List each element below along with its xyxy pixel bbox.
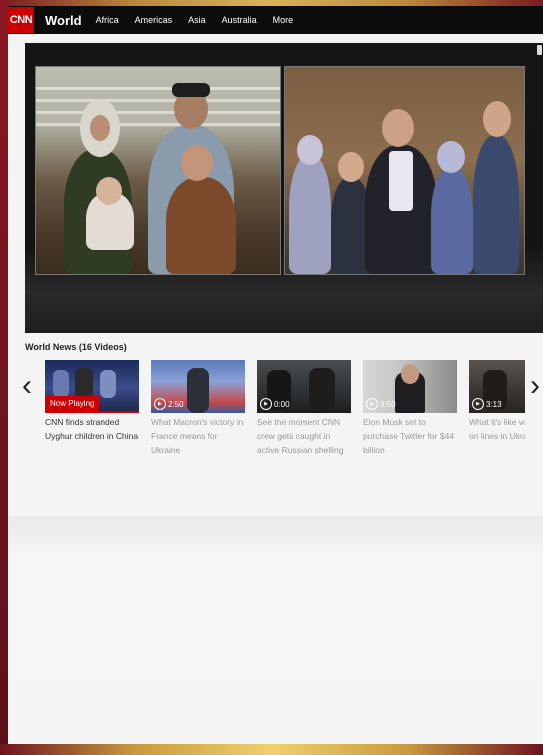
video-thumbnail-4[interactable]: ▶ 3:50 <box>363 360 457 413</box>
figure-girl-face <box>181 145 213 181</box>
thumb4-face <box>401 364 419 384</box>
chevron-right-icon[interactable]: › <box>530 371 540 401</box>
cnn-logo[interactable]: CNN <box>8 7 34 33</box>
duration-text-5: 3:13 <box>486 399 502 409</box>
figure-child-2-face <box>338 152 364 182</box>
duration-text-3: 0:00 <box>274 399 290 409</box>
video-card-1[interactable]: Now Playing CNN finds stranded Uyghur ch… <box>45 360 139 443</box>
play-icon: ▶ <box>366 398 378 410</box>
thumb2-figure <box>187 368 209 413</box>
video-caption-4[interactable]: Elon Musk set to purchase Twitter for $4… <box>363 415 457 457</box>
video-caption-1[interactable]: CNN finds stranded Uyghur children in Ch… <box>45 415 139 443</box>
video-caption-3[interactable]: See the moment CNN crew gets caught in a… <box>257 415 351 457</box>
thumb1-figure-b <box>75 368 93 398</box>
figure-man-face <box>382 109 414 147</box>
frame-left-border <box>0 0 8 755</box>
figure-man-shirt <box>389 151 413 211</box>
play-icon: ▶ <box>154 398 166 410</box>
duration-badge-2: ▶ 2:50 <box>154 398 184 410</box>
video-frame-family-photo <box>35 66 281 275</box>
figure-father-cap <box>172 83 210 97</box>
figure-mother-face <box>90 115 110 141</box>
video-card-3[interactable]: ▶ 0:00 See the moment CNN crew gets caug… <box>257 360 351 457</box>
duration-badge-5: ▶ 3:13 <box>472 398 502 410</box>
video-thumbnail-1[interactable]: Now Playing <box>45 360 139 413</box>
frame-bottom-border <box>0 744 543 755</box>
figure-child-4 <box>473 135 519 274</box>
video-thumbnail-5[interactable]: ▶ 3:13 <box>469 360 525 413</box>
video-card-2[interactable]: ▶ 2:50 What Macron's victory in France m… <box>151 360 245 457</box>
nav-link-more[interactable]: More <box>273 15 294 25</box>
video-caption-2[interactable]: What Macron's victory in France means fo… <box>151 415 245 457</box>
video-caption-5[interactable]: What it's like volunteer on lines in Ukr… <box>469 415 525 443</box>
figure-child-1 <box>289 155 331 274</box>
playlist-title: World News (16 Videos) <box>25 342 127 352</box>
nav-link-africa[interactable]: Africa <box>96 15 119 25</box>
duration-badge-3: ▶ 0:00 <box>260 398 290 410</box>
duration-badge-4: ▶ 3:50 <box>366 398 396 410</box>
play-icon: ▶ <box>472 398 484 410</box>
nav-link-americas[interactable]: Americas <box>135 15 173 25</box>
balcony-railings <box>36 87 280 127</box>
video-player[interactable] <box>25 43 543 333</box>
thumb3-figure-b <box>309 368 335 410</box>
now-playing-badge: Now Playing <box>45 396 100 411</box>
video-thumbnail-2[interactable]: ▶ 2:50 <box>151 360 245 413</box>
chevron-left-icon[interactable]: ‹ <box>22 371 32 401</box>
video-thumbnail-3[interactable]: ▶ 0:00 <box>257 360 351 413</box>
page-lower-blank-area <box>8 516 543 744</box>
thumb1-figure-c <box>100 370 116 398</box>
figure-child-3 <box>431 167 473 274</box>
figure-baby-face <box>96 177 122 205</box>
duration-text-4: 3:50 <box>380 399 396 409</box>
top-nav: CNN World Africa Americas Asia Australia… <box>8 6 543 34</box>
duration-text-2: 2:50 <box>168 399 184 409</box>
video-frame-group-photo <box>284 66 525 275</box>
play-icon: ▶ <box>260 398 272 410</box>
thumb1-figure-a <box>53 370 69 398</box>
figure-child-4-face <box>483 101 511 137</box>
video-card-4[interactable]: ▶ 3:50 Elon Musk set to purchase Twitter… <box>363 360 457 457</box>
nav-link-australia[interactable]: Australia <box>222 15 257 25</box>
figure-child-1-hat <box>297 135 323 165</box>
nav-link-asia[interactable]: Asia <box>188 15 206 25</box>
figure-girl <box>166 177 236 274</box>
figure-child-3-hat <box>437 141 465 173</box>
player-scroll-handle[interactable] <box>537 45 542 55</box>
video-card-5[interactable]: ▶ 3:13 What it's like volunteer on lines… <box>469 360 525 443</box>
section-title[interactable]: World <box>45 13 82 28</box>
browser-screen: CNN World Africa Americas Asia Australia… <box>8 6 543 744</box>
